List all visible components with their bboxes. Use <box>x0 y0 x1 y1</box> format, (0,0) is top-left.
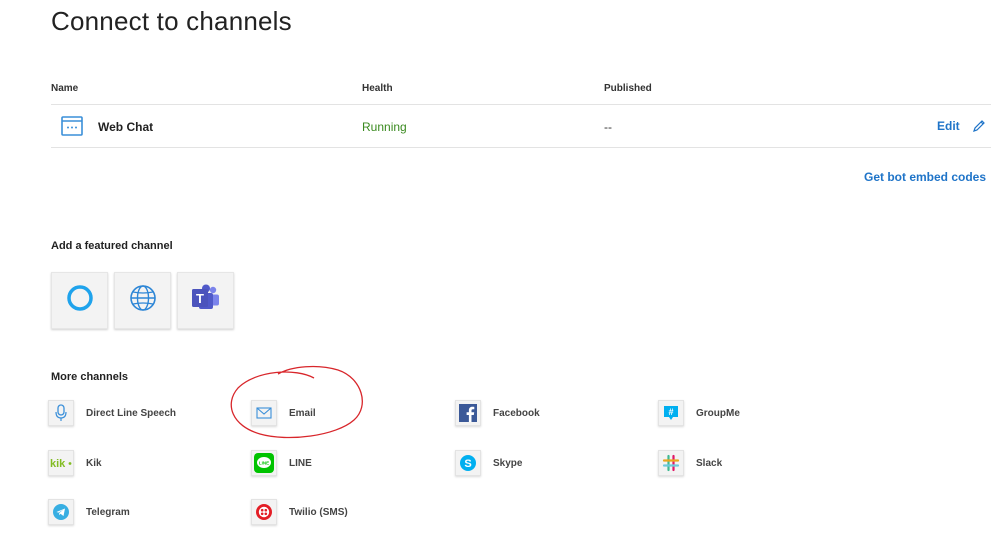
channel-label: Slack <box>696 457 723 469</box>
column-header-name: Name <box>51 83 79 94</box>
get-bot-embed-codes-link[interactable]: Get bot embed codes <box>864 170 986 184</box>
channel-label: Email <box>289 407 316 419</box>
channels-table: Name Health Published Web Chat Running -… <box>51 78 991 148</box>
column-header-health: Health <box>362 83 393 94</box>
svg-text:T: T <box>196 291 204 306</box>
skype-icon: S <box>455 450 481 476</box>
more-channels-heading: More channels <box>51 371 129 383</box>
twilio-icon <box>251 499 277 525</box>
groupme-icon: # <box>658 400 684 426</box>
channel-groupme[interactable]: # GroupMe <box>658 400 740 426</box>
channel-twilio-sms[interactable]: Twilio (SMS) <box>251 499 348 525</box>
facebook-icon <box>455 400 481 426</box>
teams-icon: T <box>190 283 222 318</box>
channel-label: Facebook <box>493 407 540 419</box>
svg-text:LINE: LINE <box>259 461 269 466</box>
channel-name: Web Chat <box>98 120 154 134</box>
email-icon <box>251 400 277 426</box>
column-header-published: Published <box>604 83 652 94</box>
slack-icon <box>658 450 684 476</box>
channel-slack[interactable]: Slack <box>658 450 722 476</box>
edit-label: Edit <box>937 119 960 133</box>
web-channel-tile[interactable] <box>114 272 171 329</box>
channel-label: Direct Line Speech <box>86 407 177 419</box>
cortana-channel-tile[interactable] <box>51 272 108 329</box>
kik-icon: kik <box>48 450 74 476</box>
channel-line[interactable]: LINE LINE <box>251 450 312 476</box>
channel-label: LINE <box>289 457 312 469</box>
pencil-icon <box>972 119 986 133</box>
svg-text:kik: kik <box>50 458 66 469</box>
channel-label: Skype <box>493 457 523 469</box>
channel-direct-line-speech[interactable]: Direct Line Speech <box>48 400 176 426</box>
featured-channels-heading: Add a featured channel <box>51 240 173 252</box>
microphone-icon <box>48 400 74 426</box>
channel-telegram[interactable]: Telegram <box>48 499 130 525</box>
page-title: Connect to channels <box>51 6 292 36</box>
svg-text:S: S <box>464 458 471 470</box>
channel-skype[interactable]: S Skype <box>455 450 522 476</box>
telegram-icon <box>48 499 74 525</box>
channel-health-status: Running <box>362 120 407 134</box>
svg-text:#: # <box>668 407 673 417</box>
web-chat-icon <box>61 115 83 137</box>
globe-icon <box>129 284 157 317</box>
cortana-icon <box>66 284 94 317</box>
channel-facebook[interactable]: Facebook <box>455 400 540 426</box>
table-header: Name Health Published <box>51 78 991 105</box>
channel-label: Telegram <box>86 506 130 518</box>
channel-kik[interactable]: kik Kik <box>48 450 102 476</box>
channel-published: -- <box>604 120 612 134</box>
table-row: Web Chat Running -- Edit <box>51 105 991 148</box>
channel-email[interactable]: Email <box>251 400 316 426</box>
teams-channel-tile[interactable]: T <box>177 272 234 329</box>
channel-label: Kik <box>86 457 102 469</box>
channel-label: Twilio (SMS) <box>289 506 348 518</box>
line-icon: LINE <box>251 450 277 476</box>
edit-link[interactable]: Edit <box>937 119 986 133</box>
featured-channel-tiles: T <box>51 272 234 329</box>
channel-label: GroupMe <box>696 407 740 419</box>
